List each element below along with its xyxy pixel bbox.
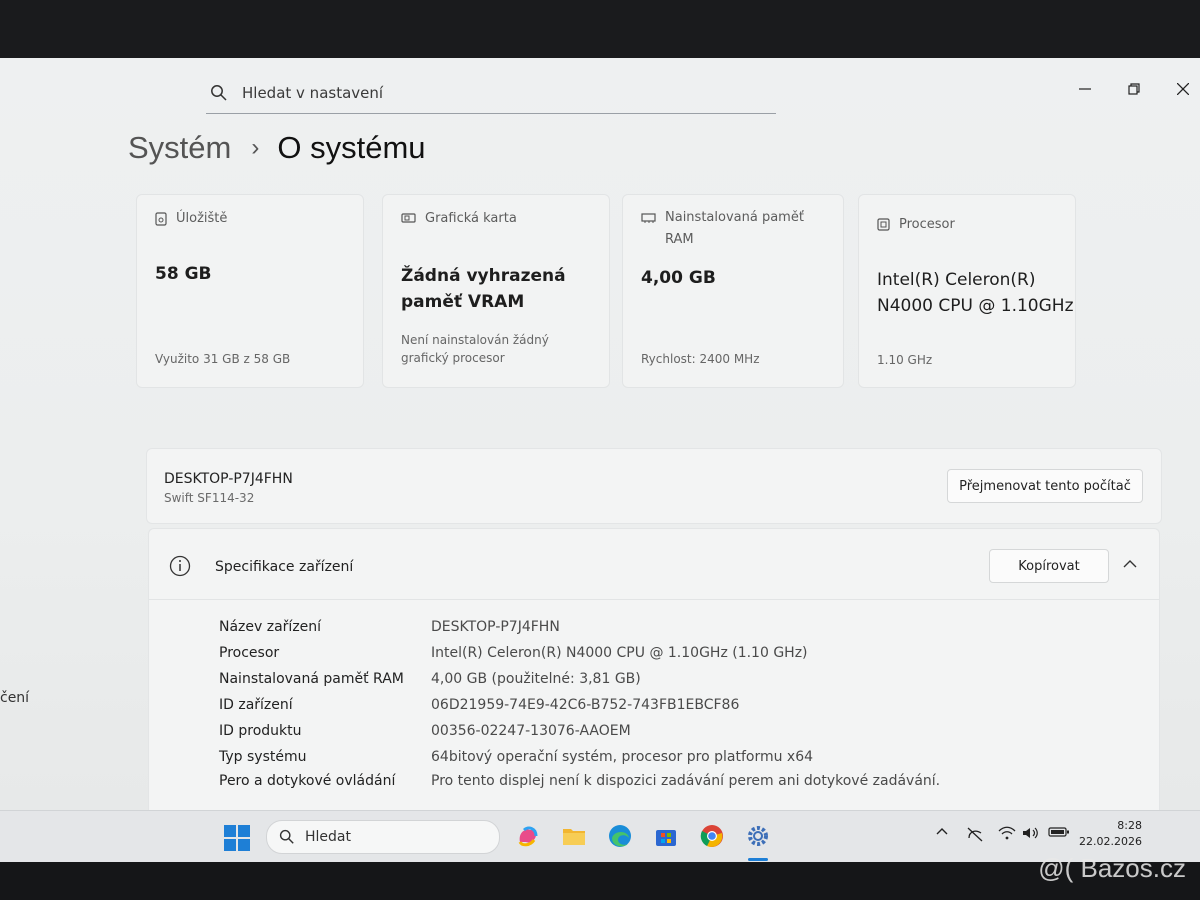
sidebar-item-partial[interactable]: čení bbox=[0, 690, 29, 706]
chevron-right-icon: › bbox=[251, 134, 260, 161]
settings-search[interactable]: Hledat v nastavení bbox=[206, 73, 776, 114]
storage-value: 58 GB bbox=[155, 264, 212, 284]
device-model: Swift SF114-32 bbox=[164, 491, 255, 505]
device-name-row: DESKTOP-P7J4FHN Swift SF114-32 Přejmenov… bbox=[146, 448, 1162, 524]
wifi-icon[interactable] bbox=[998, 826, 1016, 840]
close-button[interactable] bbox=[1176, 80, 1190, 99]
search-input[interactable]: Hledat v nastavení bbox=[242, 84, 383, 102]
copilot-icon[interactable] bbox=[514, 822, 542, 850]
active-app-indicator bbox=[748, 858, 768, 861]
ram-value: 4,00 GB bbox=[641, 268, 716, 288]
rename-pc-button[interactable]: Přejmenovat tento počítač bbox=[947, 469, 1143, 503]
breadcrumb: Systém › O systému bbox=[128, 130, 426, 166]
restore-button[interactable] bbox=[1128, 80, 1140, 99]
windows-start-icon[interactable] bbox=[224, 825, 250, 851]
settings-window: Hledat v nastavení Systém › O systému Úl… bbox=[0, 58, 1200, 863]
chrome-browser-icon[interactable] bbox=[698, 822, 726, 850]
memory-icon bbox=[641, 213, 656, 223]
ram-card[interactable]: Nainstalovaná paměť RAM 4,00 GB Rychlost… bbox=[622, 194, 844, 388]
specifications-title: Specifikace zařízení bbox=[215, 559, 354, 575]
search-icon bbox=[279, 829, 294, 844]
storage-label: Úložiště bbox=[155, 211, 227, 226]
cpu-frequency: 1.10 GHz bbox=[877, 353, 933, 367]
page-title: O systému bbox=[277, 130, 426, 165]
gpu-card[interactable]: Grafická karta Žádná vyhrazená paměť VRA… bbox=[382, 194, 610, 388]
graphics-card-icon bbox=[401, 213, 416, 223]
copy-button[interactable]: Kopírovat bbox=[989, 549, 1109, 583]
breadcrumb-system[interactable]: Systém bbox=[128, 130, 231, 166]
cpu-value: Intel(R) Celeron(R) N4000 CPU @ 1.10GHz bbox=[877, 270, 1074, 316]
close-icon bbox=[1176, 82, 1190, 96]
chevron-up-icon[interactable] bbox=[1123, 559, 1137, 569]
taskbar-clock[interactable]: 8:28 22.02.2026 bbox=[1079, 818, 1142, 850]
cpu-card[interactable]: Procesor Intel(R) Celeron(R) N4000 CPU @… bbox=[858, 194, 1076, 388]
chevron-up-icon[interactable] bbox=[936, 826, 948, 836]
gpu-value: Žádná vyhrazená paměť VRAM bbox=[401, 266, 566, 312]
cpu-label: Procesor bbox=[877, 217, 955, 232]
file-explorer-icon[interactable] bbox=[560, 822, 588, 850]
minimize-icon bbox=[1079, 88, 1091, 90]
device-name: DESKTOP-P7J4FHN bbox=[164, 471, 293, 487]
processor-icon bbox=[877, 218, 890, 231]
monitor-bezel-bottom bbox=[0, 862, 1200, 900]
info-icon bbox=[169, 555, 191, 577]
search-icon bbox=[211, 85, 227, 101]
taskbar: Hledat 8:28 22.02.2026 bbox=[0, 810, 1200, 863]
ram-label: Nainstalovaná paměť RAM bbox=[641, 210, 804, 251]
volume-icon[interactable] bbox=[1022, 826, 1040, 840]
taskbar-search[interactable]: Hledat bbox=[266, 820, 500, 854]
specifications-header[interactable]: Specifikace zařízení Kopírovat bbox=[149, 529, 1159, 600]
gpu-label: Grafická karta bbox=[401, 211, 517, 226]
storage-icon bbox=[155, 212, 167, 226]
monitor-bezel-top bbox=[0, 0, 1200, 62]
gpu-sub: Není nainstalován žádný grafický proceso… bbox=[401, 333, 549, 365]
minimize-button[interactable] bbox=[1079, 80, 1091, 99]
storage-usage: Využito 31 GB z 58 GB bbox=[155, 352, 291, 366]
ram-speed: Rychlost: 2400 MHz bbox=[641, 352, 760, 366]
edge-browser-icon[interactable] bbox=[606, 822, 634, 850]
no-location-icon[interactable] bbox=[966, 826, 984, 842]
storage-card[interactable]: Úložiště 58 GB Využito 31 GB z 58 GB bbox=[136, 194, 364, 388]
watermark: @( Bazos.cz bbox=[1038, 853, 1186, 883]
microsoft-store-icon[interactable] bbox=[652, 822, 680, 850]
restore-icon bbox=[1128, 83, 1140, 95]
battery-icon[interactable] bbox=[1048, 826, 1070, 838]
settings-gear-icon[interactable] bbox=[744, 822, 772, 850]
